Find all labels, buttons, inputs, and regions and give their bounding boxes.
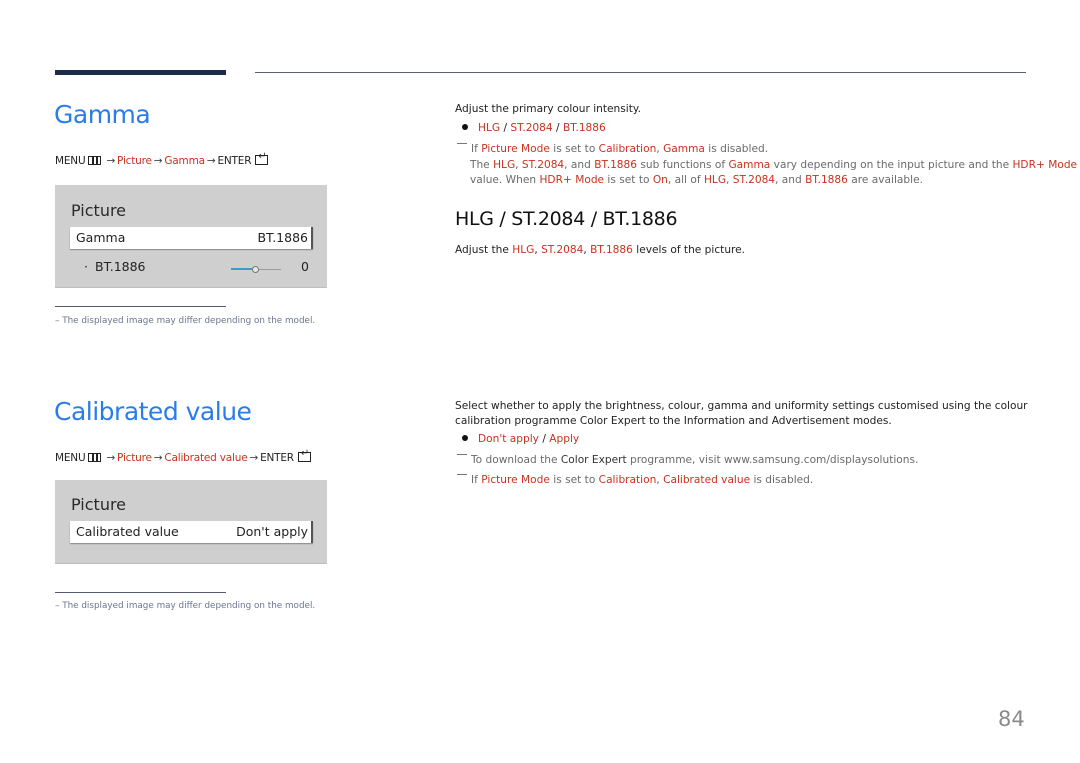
footnote-rule	[55, 306, 226, 307]
enter-icon	[297, 448, 311, 462]
gamma-title: Gamma	[54, 100, 151, 129]
bt1886-slider[interactable]	[231, 266, 281, 274]
note-dash-icon	[457, 143, 467, 144]
page-number: 84	[998, 707, 1025, 731]
osd-row-value: BT.1886	[257, 230, 308, 245]
header-bar-accent	[55, 70, 226, 75]
note-dash-icon	[457, 454, 467, 455]
menu-label: MENU	[55, 452, 86, 464]
calibrated-value-title: Calibrated value	[54, 397, 252, 426]
osd-row-value: Don't apply	[236, 524, 308, 539]
enter-icon	[255, 151, 269, 165]
calibrated-note-disabled: If Picture Mode is set to Calibration, C…	[457, 473, 813, 488]
menu-icon	[88, 156, 102, 165]
osd-row-label: Calibrated value	[76, 524, 179, 539]
option-st2084: ST.2084	[510, 122, 553, 134]
calibrated-options: Don't apply / Apply	[462, 433, 579, 445]
option-bt1886: BT.1886	[562, 122, 606, 134]
enter-label: ENTER	[217, 155, 252, 167]
calibrated-footnote: – The displayed image may differ dependi…	[55, 601, 316, 611]
header-rule	[255, 72, 1026, 73]
osd-row-calibrated-value[interactable]: Calibrated value Don't apply	[70, 521, 313, 543]
gamma-note-disabled: If Picture Mode is set to Calibration, G…	[457, 142, 768, 157]
option-apply: Apply	[549, 433, 580, 445]
gamma-menu-path: MENU → Picture → Gamma → ENTER	[55, 151, 269, 167]
menu-step-gamma: Gamma	[164, 155, 205, 167]
gamma-note-hdr: The HLG, ST.2084, and BT.1886 sub functi…	[470, 159, 1078, 186]
menu-label: MENU	[55, 155, 86, 167]
gamma-description: Adjust the primary colour intensity.	[455, 103, 642, 115]
arrow-icon: →	[206, 155, 216, 167]
subrow-label: BT.1886	[95, 259, 146, 274]
calibrated-description: Select whether to apply the brightness, …	[455, 400, 1028, 427]
gamma-osd-panel: Picture Gamma BT.1886 · BT.1886 0	[55, 185, 327, 288]
note-dash-icon	[457, 474, 467, 475]
separator: /	[538, 433, 550, 445]
hlg-description: Adjust the HLG, ST.2084, BT.1886 levels …	[455, 244, 746, 256]
arrow-icon: →	[153, 155, 163, 167]
slider-knob[interactable]	[252, 266, 259, 273]
menu-step-picture: Picture	[117, 452, 152, 464]
osd-title: Picture	[71, 201, 127, 220]
arrow-icon: →	[106, 452, 116, 464]
osd-title: Picture	[71, 495, 127, 514]
option-dont-apply: Don't apply	[478, 433, 539, 445]
subrow-value: 0	[301, 259, 309, 274]
separator: /	[500, 122, 511, 134]
arrow-icon: →	[153, 452, 163, 464]
footnote-rule	[55, 592, 226, 593]
gamma-footnote: – The displayed image may differ dependi…	[55, 316, 316, 326]
option-hlg: HLG	[478, 122, 501, 134]
menu-step-calibrated-value: Calibrated value	[164, 452, 248, 464]
osd-subrow-bt1886[interactable]: · BT.1886 0	[70, 259, 313, 277]
separator: /	[552, 122, 563, 134]
hlg-subheading: HLG / ST.2084 / BT.1886	[455, 208, 678, 230]
osd-row-label: Gamma	[76, 230, 126, 245]
bullet-icon	[462, 435, 468, 441]
calibrated-note-download: To download the Color Expert programme, …	[457, 453, 918, 468]
calibrated-menu-path: MENU → Picture → Calibrated value → ENTER	[55, 448, 311, 464]
arrow-icon: →	[249, 452, 259, 464]
enter-label: ENTER	[260, 452, 294, 464]
arrow-icon: →	[106, 155, 116, 167]
osd-row-gamma[interactable]: Gamma BT.1886	[70, 227, 313, 249]
menu-icon	[88, 453, 102, 462]
sub-bullet: ·	[84, 259, 88, 274]
calibrated-osd-panel: Picture Calibrated value Don't apply	[55, 480, 327, 564]
bullet-icon	[462, 124, 468, 130]
menu-step-picture: Picture	[117, 155, 152, 167]
gamma-options: HLG / ST.2084 / BT.1886	[462, 122, 606, 134]
